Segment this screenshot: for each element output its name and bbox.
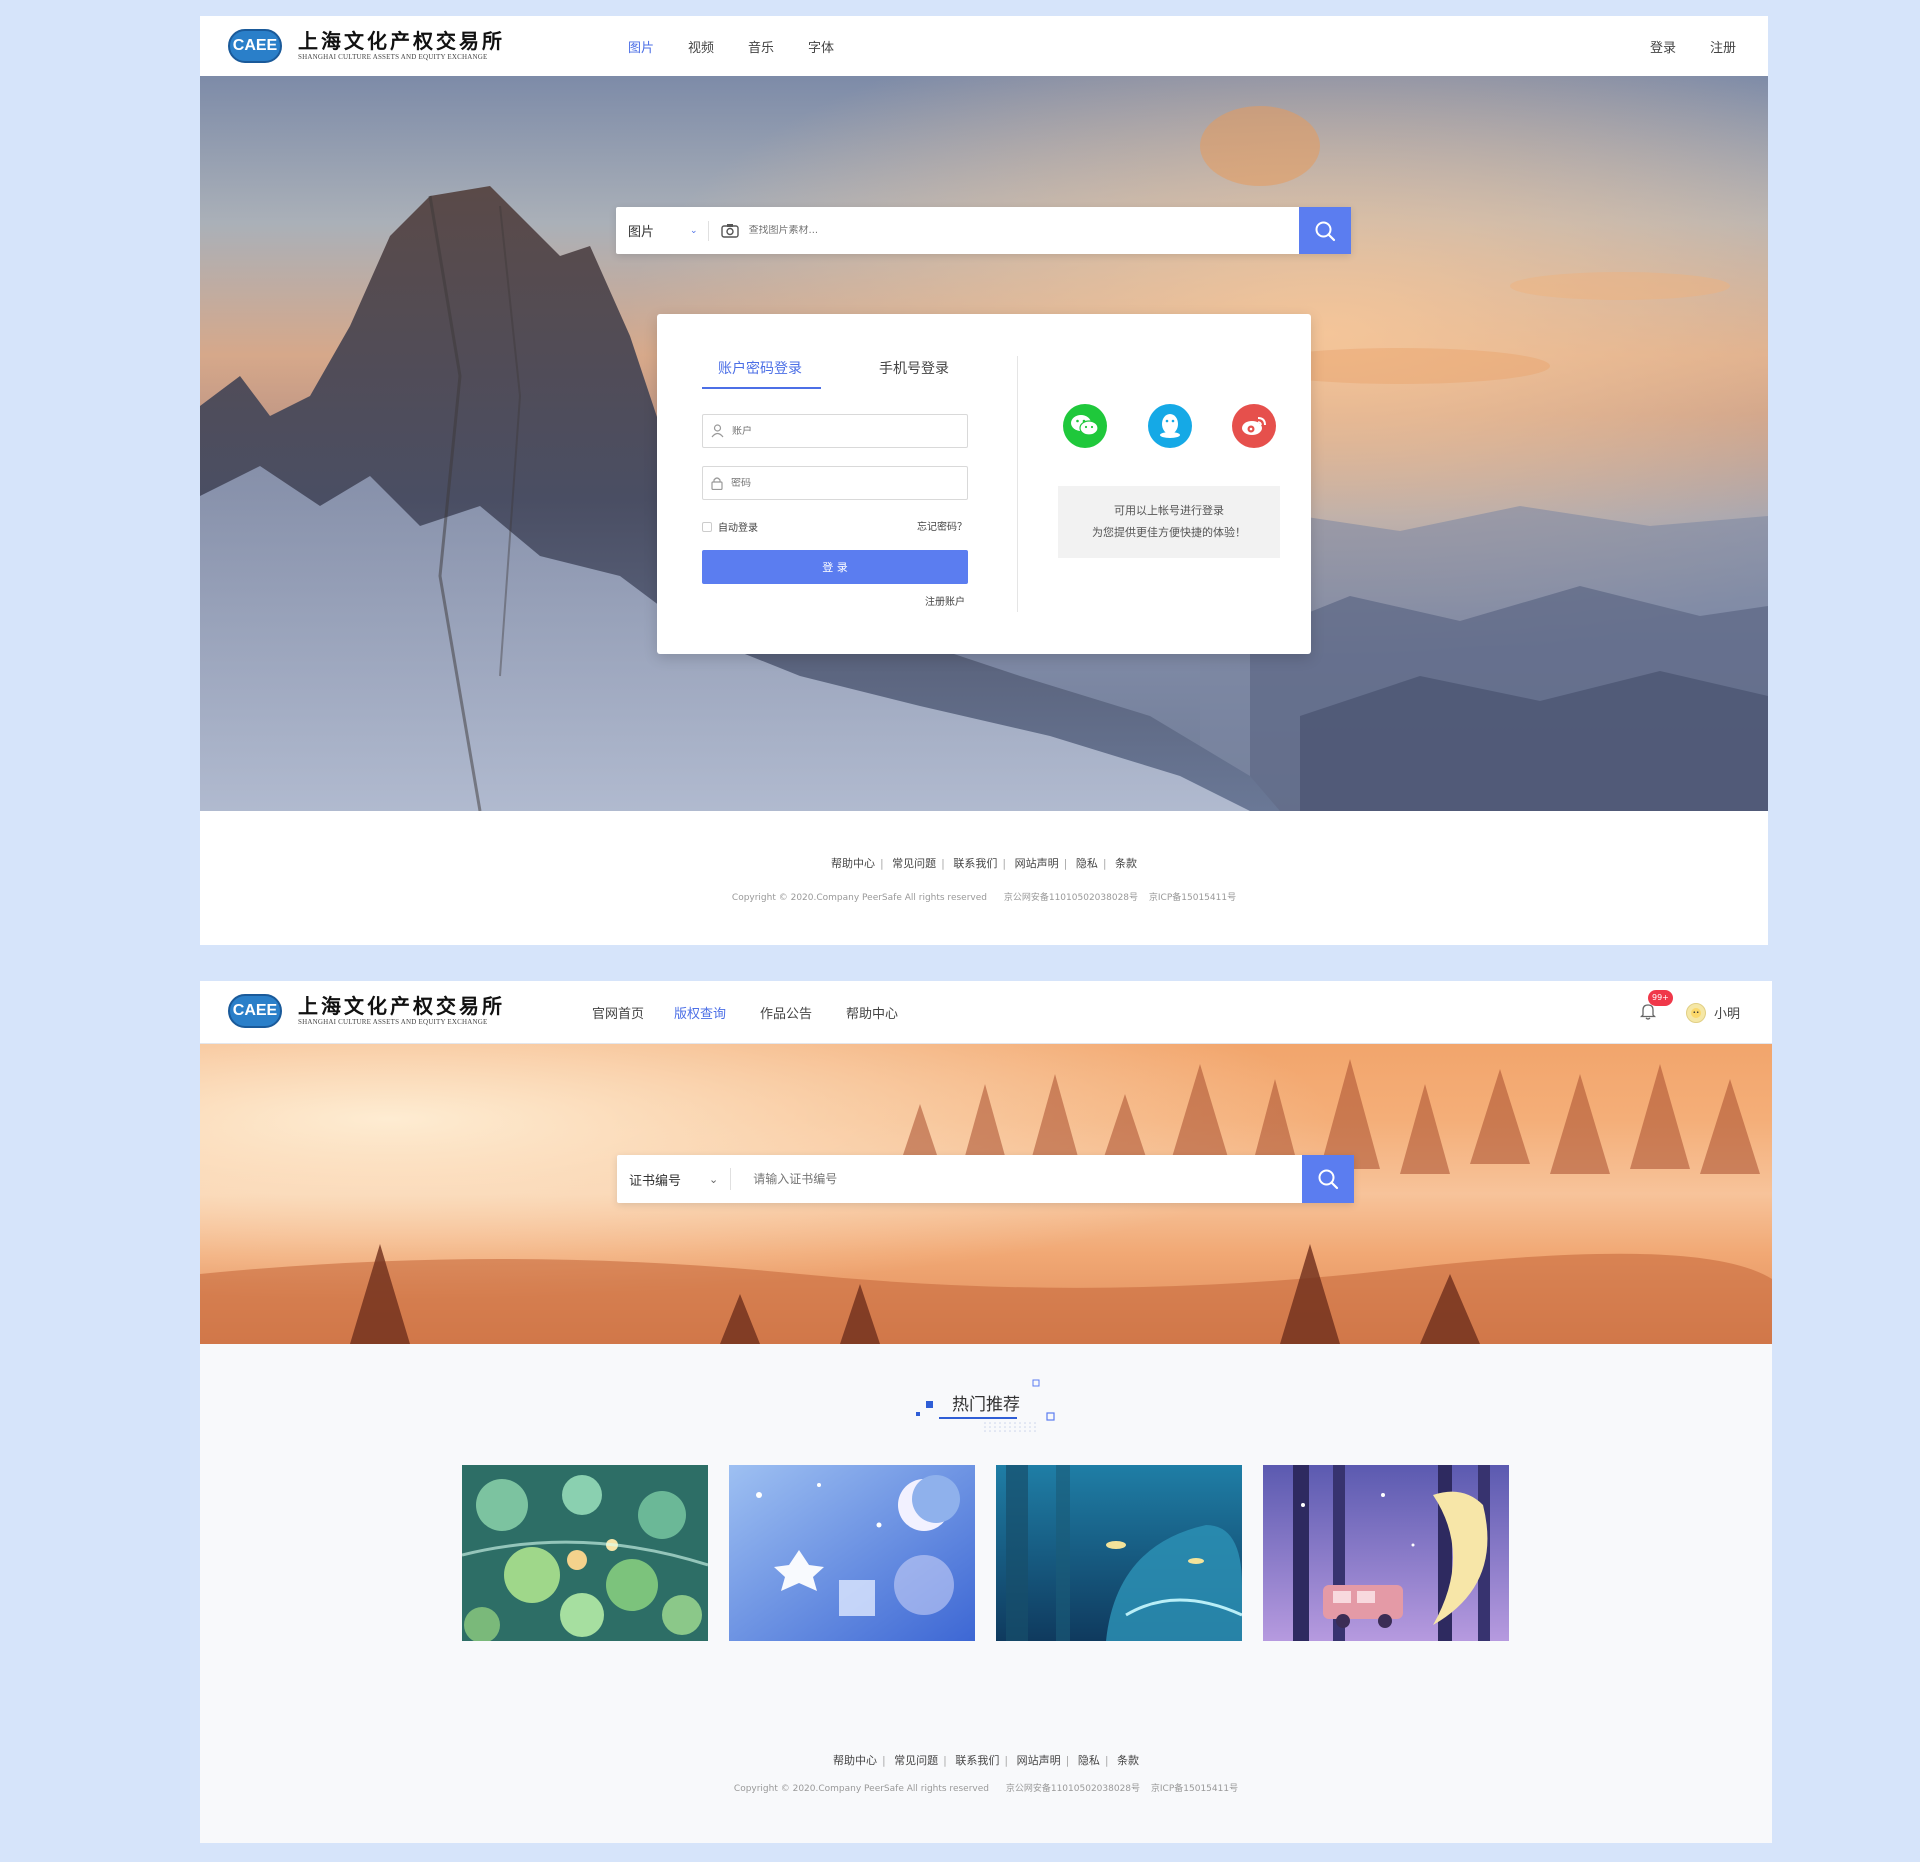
copyright-search-panel: CAEE 上海文化产权交易所 SHANGHAI CULTURE ASSETS A… <box>200 981 1772 1843</box>
copyright-line: Copyright © 2020.Company PeerSafe All ri… <box>200 1781 1772 1794</box>
footer-link-statement[interactable]: 网站声明 <box>1017 1754 1061 1767</box>
auto-login-row: 自动登录 <box>702 519 758 534</box>
main-nav: 官网首页 版权查询 作品公告 帮助中心 <box>592 981 898 1044</box>
top-header: CAEE 上海文化产权交易所 SHANGHAI CULTURE ASSETS A… <box>200 981 1772 1044</box>
recommended-artwork-1[interactable] <box>462 1465 708 1641</box>
copyright-text: Copyright © 2020.Company PeerSafe All ri… <box>733 1784 989 1794</box>
footer-link-faq[interactable]: 常见问题 <box>892 857 936 870</box>
recommended-artwork-3[interactable] <box>996 1465 1242 1641</box>
tab-phone-login[interactable]: 手机号登录 <box>879 358 949 378</box>
logo[interactable]: CAEE 上海文化产权交易所 SHANGHAI CULTURE ASSETS A… <box>228 994 505 1028</box>
search-divider <box>730 1168 732 1190</box>
footer-link-help[interactable]: 帮助中心 <box>831 857 875 870</box>
logo-name-cn: 上海文化产权交易所 <box>298 994 505 1018</box>
username[interactable]: 小明 <box>1714 1003 1740 1022</box>
footer-link-help[interactable]: 帮助中心 <box>833 1754 877 1767</box>
chevron-down-icon[interactable]: ⌄ <box>709 1173 718 1186</box>
register-account-link[interactable]: 注册账户 <box>925 593 965 608</box>
beian-text: 京公网安备11010502038028号 <box>1005 1784 1141 1794</box>
account-field[interactable] <box>702 414 968 448</box>
weibo-icon <box>1242 417 1266 435</box>
search-icon <box>1315 221 1336 241</box>
nav-item-fonts[interactable]: 字体 <box>808 37 834 56</box>
footer-link-statement[interactable]: 网站声明 <box>1015 857 1059 870</box>
nav-item-work-announcements[interactable]: 作品公告 <box>760 1003 812 1022</box>
wechat-icon <box>1071 415 1099 436</box>
password-input[interactable] <box>731 477 941 489</box>
search-divider <box>707 220 709 241</box>
hero-banner-forest: 证书编号 ⌄ <box>200 1044 1772 1344</box>
password-field[interactable] <box>702 466 968 500</box>
auth-links: 登录 注册 <box>1650 16 1736 76</box>
login-submit-button[interactable]: 登 录 <box>702 550 968 584</box>
notification-badge: 99+ <box>1647 989 1673 1006</box>
search-category-select[interactable]: 证书编号 <box>629 1170 681 1189</box>
auto-login-label: 自动登录 <box>718 523 758 534</box>
login-link[interactable]: 登录 <box>1650 37 1676 56</box>
login-page-panel: CAEE 上海文化产权交易所 SHANGHAI CULTURE ASSETS A… <box>200 16 1768 945</box>
login-card: 账户密码登录 手机号登录 自动登录 忘记密码？ 登 录 注册账户 可用以 <box>657 314 1311 654</box>
footer-link-terms[interactable]: 条款 <box>1117 1754 1139 1767</box>
recommended-artwork-4[interactable] <box>1263 1465 1509 1641</box>
social-note-line-1: 可用以上帐号进行登录 <box>1114 504 1224 517</box>
chevron-down-icon[interactable]: ⌄ <box>690 226 698 236</box>
camera-icon[interactable] <box>720 223 739 238</box>
social-login-note: 可用以上帐号进行登录 为您提供更佳方便快捷的体验！ <box>1058 486 1280 558</box>
footer-link-contact[interactable]: 联系我们 <box>953 857 997 870</box>
logo-name-cn: 上海文化产权交易所 <box>298 29 505 53</box>
logo-name-en: SHANGHAI CULTURE ASSETS AND EQUITY EXCHA… <box>298 53 488 61</box>
logo-badge: CAEE <box>228 994 282 1028</box>
logo-name-en: SHANGHAI CULTURE ASSETS AND EQUITY EXCHA… <box>298 1018 488 1026</box>
notification-button[interactable]: 99+ <box>1639 989 1673 1024</box>
nav-item-video[interactable]: 视频 <box>688 37 714 56</box>
certificate-search-bar: 证书编号 ⌄ <box>617 1155 1354 1203</box>
nav-item-music[interactable]: 音乐 <box>748 37 774 56</box>
wechat-login-button[interactable] <box>1063 404 1107 448</box>
user-area: 99+ 小明 <box>1639 981 1740 1044</box>
search-category-select[interactable]: 图片 <box>628 221 654 240</box>
register-link[interactable]: 注册 <box>1710 37 1736 56</box>
logo-badge: CAEE <box>228 29 282 63</box>
active-tab-indicator <box>702 387 821 389</box>
footer-link-terms[interactable]: 条款 <box>1115 857 1137 870</box>
lock-icon <box>711 477 723 490</box>
footer-link-faq[interactable]: 常见问题 <box>894 1754 938 1767</box>
footer-link-contact[interactable]: 联系我们 <box>955 1754 999 1767</box>
search-button[interactable] <box>1302 1155 1354 1203</box>
nav-item-home[interactable]: 官网首页 <box>592 1003 644 1022</box>
card-divider <box>1017 356 1018 612</box>
footer-links: 帮助中心 | 常见问题 | 联系我们 | 网站声明 | 隐私 | 条款 <box>832 1754 1140 1767</box>
weibo-login-button[interactable] <box>1232 404 1276 448</box>
user-icon <box>711 424 724 438</box>
certificate-number-input[interactable] <box>753 1172 1254 1186</box>
search-button[interactable] <box>1299 207 1351 254</box>
footer-link-privacy[interactable]: 隐私 <box>1078 1754 1100 1767</box>
account-input[interactable] <box>732 425 942 437</box>
main-nav: 图片 视频 音乐 字体 <box>628 16 834 76</box>
tab-password-login[interactable]: 账户密码登录 <box>718 358 802 378</box>
footer-link-privacy[interactable]: 隐私 <box>1076 857 1098 870</box>
icp-text: 京ICP备15015411号 <box>1150 1784 1239 1794</box>
nav-item-images[interactable]: 图片 <box>628 37 654 56</box>
recommended-artwork-2[interactable] <box>729 1465 975 1641</box>
qq-login-button[interactable] <box>1148 404 1192 448</box>
copyright-text: Copyright © 2020.Company PeerSafe All ri… <box>731 893 987 903</box>
footer-links: 帮助中心 | 常见问题 | 联系我们 | 网站声明 | 隐私 | 条款 <box>830 857 1138 870</box>
copyright-line: Copyright © 2020.Company PeerSafe All ri… <box>200 890 1768 903</box>
forgot-password-link[interactable]: 忘记密码？ <box>917 518 967 533</box>
avatar[interactable] <box>1685 1002 1706 1023</box>
logo[interactable]: CAEE 上海文化产权交易所 SHANGHAI CULTURE ASSETS A… <box>228 29 505 63</box>
beian-text: 京公网安备11010502038028号 <box>1003 893 1139 903</box>
image-search-bar: 图片 ⌄ <box>616 207 1351 254</box>
nav-item-help-center[interactable]: 帮助中心 <box>846 1003 898 1022</box>
auto-login-checkbox[interactable] <box>702 521 712 532</box>
section-title: 热门推荐 <box>952 1395 1020 1415</box>
search-icon <box>1318 1169 1339 1190</box>
image-search-input[interactable] <box>748 225 1149 236</box>
qq-icon <box>1160 414 1180 438</box>
icp-text: 京ICP备15015411号 <box>1148 893 1237 903</box>
social-note-line-2: 为您提供更佳方便快捷的体验！ <box>1092 526 1246 539</box>
top-header: CAEE 上海文化产权交易所 SHANGHAI CULTURE ASSETS A… <box>200 16 1768 76</box>
nav-item-copyright-query[interactable]: 版权查询 <box>674 1003 726 1022</box>
